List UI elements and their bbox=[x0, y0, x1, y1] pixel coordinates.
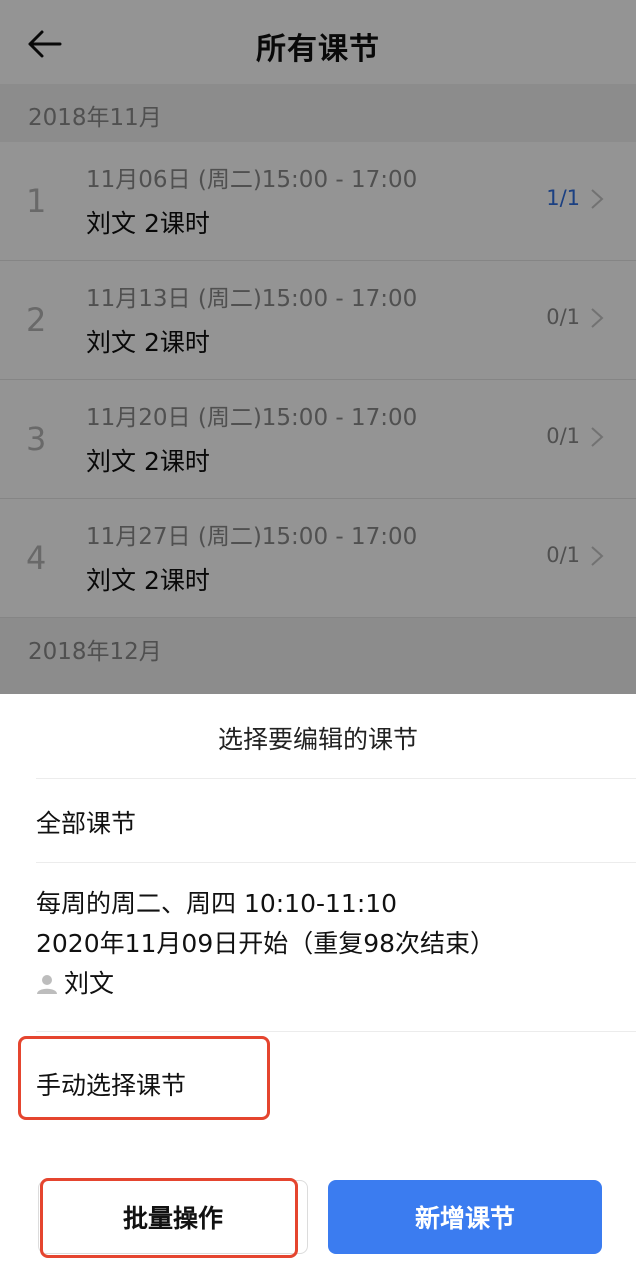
modal-backdrop[interactable] bbox=[0, 0, 636, 694]
add-lesson-button[interactable]: 新增课节 bbox=[328, 1180, 602, 1254]
highlight-box bbox=[40, 1178, 298, 1258]
rule-teacher: 刘文 bbox=[36, 964, 636, 1004]
edit-lesson-sheet: 选择要编辑的课节 全部课节 每周的周二、周四 10:10-11:10 2020年… bbox=[0, 694, 636, 1280]
person-icon bbox=[37, 975, 57, 994]
highlight-box bbox=[18, 1036, 270, 1120]
divider bbox=[36, 862, 636, 863]
option-recurring-rule[interactable]: 每周的周二、周四 10:10-11:10 2020年11月09日开始（重复98次… bbox=[36, 884, 636, 1004]
divider bbox=[36, 1031, 636, 1032]
sheet-title: 选择要编辑的课节 bbox=[217, 725, 418, 754]
rule-schedule: 每周的周二、周四 10:10-11:10 bbox=[36, 889, 398, 918]
divider bbox=[36, 778, 636, 779]
rule-start-repeat: 2020年11月09日开始（重复98次结束） bbox=[36, 929, 496, 958]
rule-teacher-name: 刘文 bbox=[64, 969, 115, 998]
option-all-lessons[interactable]: 全部课节 bbox=[36, 804, 636, 840]
